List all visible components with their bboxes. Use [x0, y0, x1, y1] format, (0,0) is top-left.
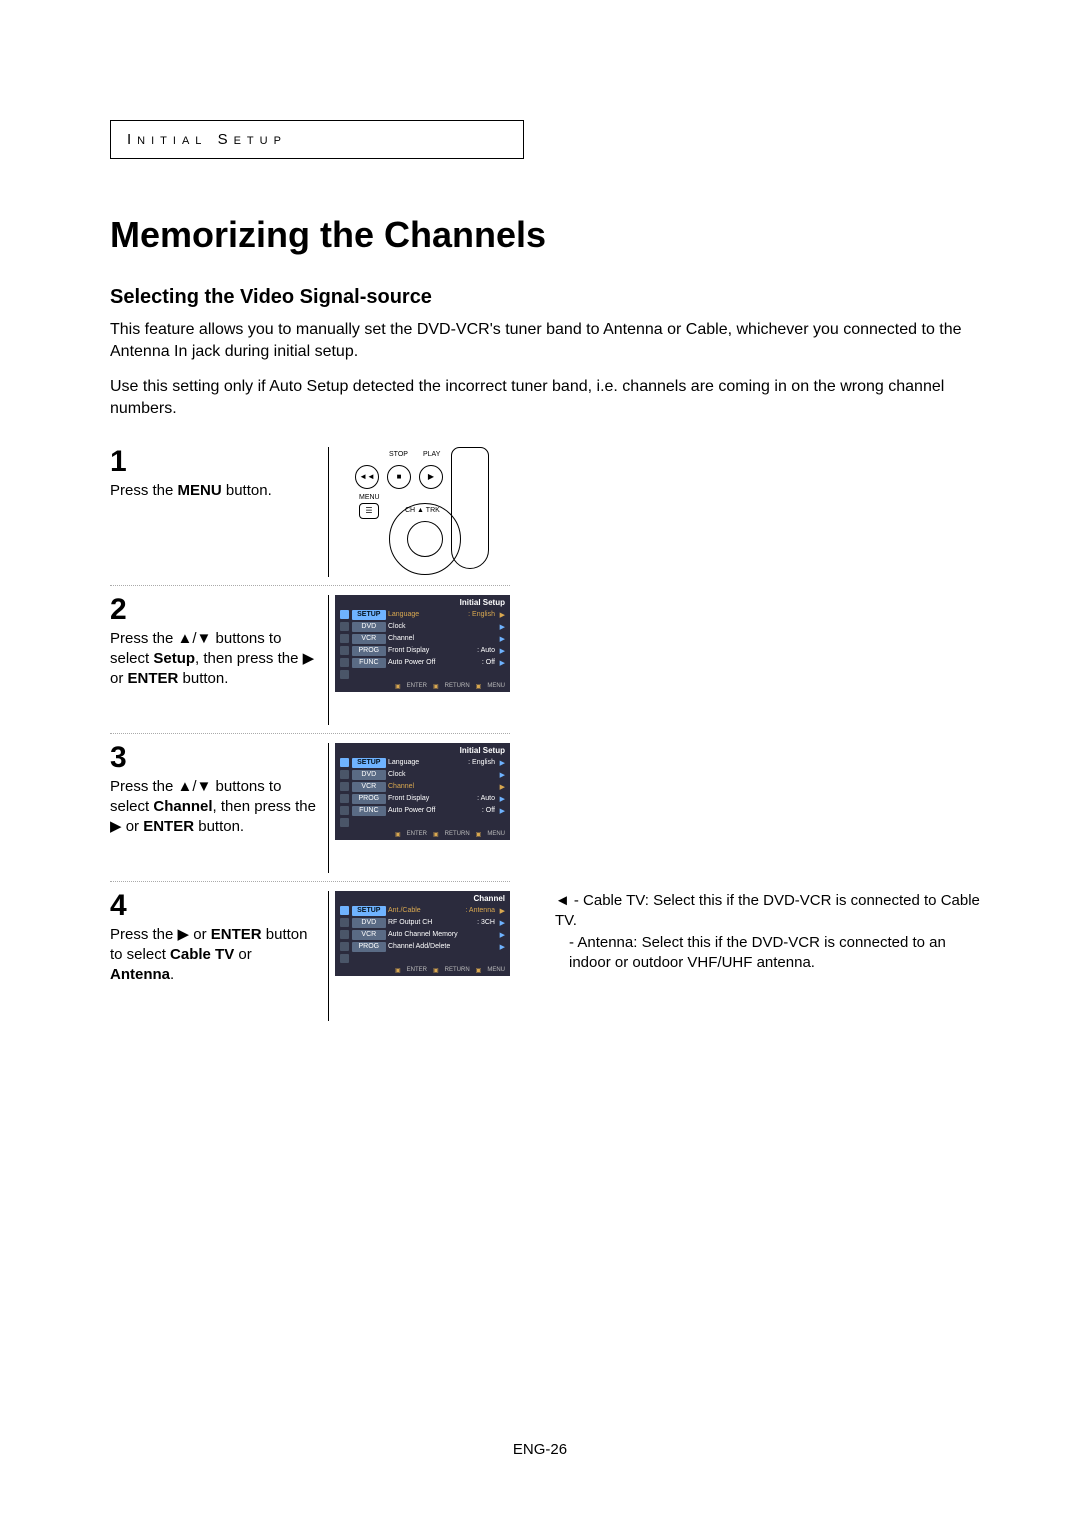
step-1-remote-illustration: ◄◄ ■ ▶ STOP PLAY ☰ MENU CH ▲ TRK — [329, 447, 525, 577]
note-cable-tv: - Cable TV: Select this if the DVD-VCR i… — [555, 891, 980, 932]
step-4-notes: - Cable TV: Select this if the DVD-VCR i… — [525, 891, 980, 974]
step-4-number: 4 — [110, 891, 320, 921]
step-1-text: Press the MENU button. — [110, 481, 320, 501]
step-2-number: 2 — [110, 595, 320, 625]
step-4-osd: Channel SETUPAnt./Cable: Antenna▶DVDRF O… — [329, 891, 525, 976]
step-2-osd: Initial Setup SETUPLanguage: English▶DVD… — [329, 595, 525, 692]
step-2-text: Press the ▲/▼ buttons to select Setup, t… — [110, 629, 320, 690]
section-header-text: Initial Setup — [127, 131, 287, 148]
intro-paragraph-1: This feature allows you to manually set … — [110, 319, 980, 364]
step-3-number: 3 — [110, 743, 320, 773]
page-number: ENG-26 — [0, 1441, 1080, 1458]
step-3: 3 Press the ▲/▼ buttons to select Channe… — [110, 735, 980, 881]
intro-paragraph-2: Use this setting only if Auto Setup dete… — [110, 376, 980, 421]
step-1-number: 1 — [110, 447, 320, 477]
note-antenna: - Antenna: Select this if the DVD-VCR is… — [555, 933, 980, 974]
step-3-text: Press the ▲/▼ buttons to select Channel,… — [110, 777, 320, 838]
section-header: Initial Setup — [110, 120, 524, 159]
page-title: Memorizing the Channels — [110, 214, 980, 256]
page-subtitle: Selecting the Video Signal-source — [110, 286, 980, 309]
step-2: 2 Press the ▲/▼ buttons to select Setup,… — [110, 587, 980, 733]
step-1: 1 Press the MENU button. ◄◄ ■ ▶ STOP PLA… — [110, 439, 980, 585]
step-3-osd: Initial Setup SETUPLanguage: English▶DVD… — [329, 743, 525, 840]
step-4-text: Press the ▶ or ENTER button to select Ca… — [110, 925, 320, 986]
step-4: 4 Press the ▶ or ENTER button to select … — [110, 883, 980, 1029]
